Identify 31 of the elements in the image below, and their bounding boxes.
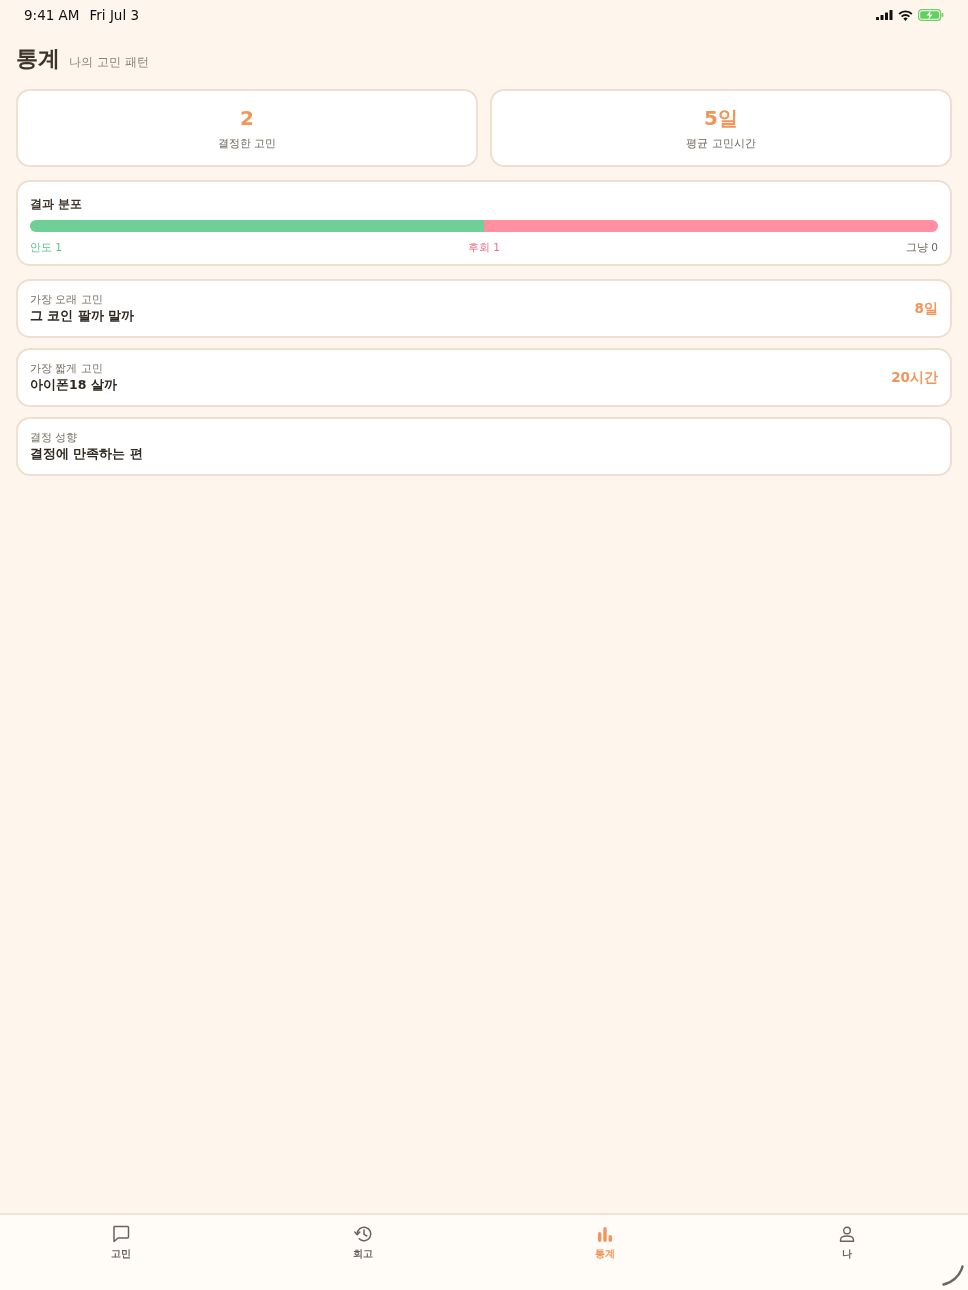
stat-value: 5일 xyxy=(704,105,738,131)
status-time: 9:41 AM xyxy=(24,7,80,23)
insight-label: 가장 짧게 고민 xyxy=(30,361,104,375)
distribution-legend-label: 안도 1 xyxy=(30,240,63,254)
distribution-title: 결과 분포 xyxy=(30,196,83,213)
insight-label: 결정 성향 xyxy=(30,430,79,444)
insight-duration: 20시간 xyxy=(891,368,938,387)
wifi-icon xyxy=(898,9,913,21)
page-title: 통계 xyxy=(16,45,60,73)
insight-label: 가장 오래 고민 xyxy=(30,292,104,306)
bar-chart-icon xyxy=(597,1225,613,1242)
insight-duration: 8일 xyxy=(914,299,938,318)
distribution-legend-label: 그냥 0 xyxy=(905,240,938,254)
tab-bar-item[interactable]: 회고 xyxy=(345,1215,381,1265)
signal-icon xyxy=(876,10,893,20)
tab-bar-item[interactable]: 나 xyxy=(831,1215,863,1265)
stat-value: 2 xyxy=(240,105,254,131)
status-date: Fri Jul 3 xyxy=(89,7,140,23)
chat-bubble-icon xyxy=(112,1224,130,1243)
person-icon xyxy=(839,1225,855,1242)
distribution-legend-label: 후회 1 xyxy=(468,240,500,254)
history-clock-icon xyxy=(353,1224,373,1243)
page-subtitle: 나의 고민 패턴 xyxy=(69,54,149,71)
battery-charging-icon xyxy=(918,9,944,21)
corner-curve-icon xyxy=(942,1265,964,1286)
stat-label: 평균 고민시간 xyxy=(686,137,756,151)
insight-value: 아이폰18 살까 xyxy=(30,376,118,394)
stat-label: 결정한 고민 xyxy=(217,137,277,151)
tab-bar-item[interactable]: 고민 xyxy=(103,1215,139,1265)
insight-value: 결정에 만족하는 편 xyxy=(30,445,144,463)
insight-value: 그 코인 팔까 말까 xyxy=(30,307,136,325)
